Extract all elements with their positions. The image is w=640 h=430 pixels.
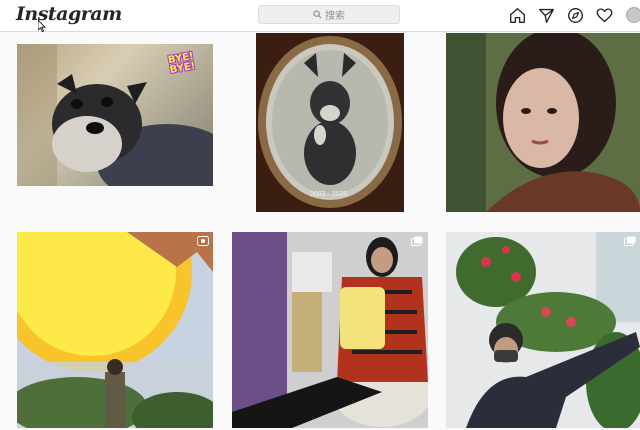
woman-garden-photo bbox=[446, 232, 640, 428]
post-schnauzer-memorial[interactable]: 2003 - 2020 bbox=[256, 33, 404, 212]
post-woman-garden[interactable] bbox=[446, 232, 640, 428]
home-icon[interactable] bbox=[507, 5, 527, 25]
mouse-cursor-icon bbox=[38, 20, 46, 32]
nav-icons bbox=[507, 5, 623, 25]
carousel-icon bbox=[624, 236, 636, 246]
post-schnauzer-bye[interactable]: BYE! BYE! bbox=[17, 44, 213, 186]
post-woman-portrait[interactable] bbox=[446, 33, 640, 212]
sun-drawing-photo bbox=[17, 232, 213, 428]
memorial-frame-photo bbox=[258, 36, 402, 208]
post-sun-drawing[interactable] bbox=[17, 232, 213, 428]
direct-message-icon[interactable] bbox=[536, 5, 556, 25]
search-icon bbox=[313, 10, 322, 19]
post-woman-chair[interactable] bbox=[232, 232, 428, 428]
profile-avatar[interactable] bbox=[626, 7, 640, 23]
portrait-photo bbox=[446, 33, 640, 212]
top-header: Instagram 搜索 bbox=[0, 0, 640, 32]
search-input[interactable]: 搜索 bbox=[258, 5, 400, 24]
search-placeholder: 搜索 bbox=[325, 11, 345, 22]
memorial-caption: 2003 - 2020 bbox=[310, 191, 348, 198]
carousel-icon bbox=[411, 236, 423, 246]
activity-heart-icon[interactable] bbox=[594, 5, 614, 25]
explore-icon[interactable] bbox=[565, 5, 585, 25]
woman-chair-photo bbox=[232, 232, 428, 428]
reel-icon bbox=[197, 236, 209, 246]
instagram-logo[interactable]: Instagram bbox=[16, 3, 122, 25]
